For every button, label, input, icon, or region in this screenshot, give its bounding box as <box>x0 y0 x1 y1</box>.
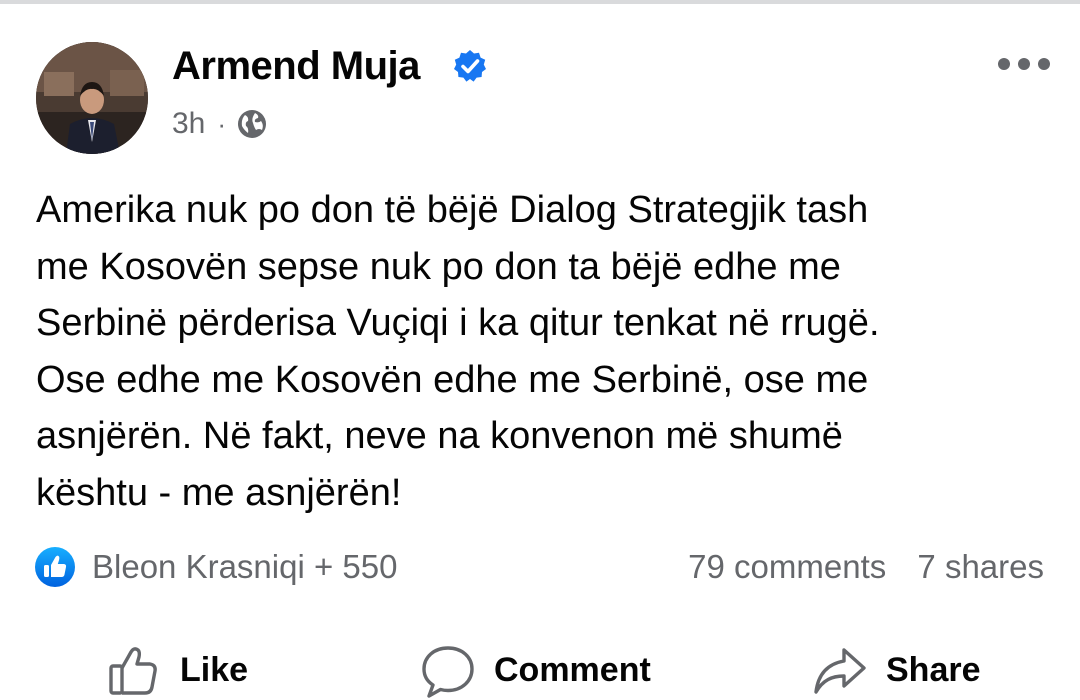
feed-post: Armend Muja 3h · Amerika nuk po don të b… <box>0 4 1080 698</box>
avatar[interactable] <box>36 42 148 154</box>
post-action-bar: Like Comment Share <box>0 640 1080 700</box>
post-meta: 3h · <box>172 104 268 144</box>
post-stats: Bleon Krasniqi + 550 79 comments 7 share… <box>0 544 1080 590</box>
share-button[interactable]: Share <box>812 640 981 700</box>
shares-count[interactable]: 7 shares <box>917 548 1044 585</box>
reactions-summary[interactable]: Bleon Krasniqi + 550 <box>92 544 397 590</box>
like-button[interactable]: Like <box>106 640 248 700</box>
comment-label: Comment <box>494 650 651 689</box>
globe-icon[interactable] <box>236 108 268 140</box>
avatar-photo <box>36 42 148 154</box>
comments-count[interactable]: 79 comments <box>688 548 886 585</box>
verified-badge-icon <box>454 50 486 82</box>
engagement-counts: 79 comments 7 shares <box>688 544 1044 590</box>
meta-separator: · <box>217 108 227 139</box>
like-badge-icon[interactable] <box>34 546 76 588</box>
like-label: Like <box>180 650 249 689</box>
post-time[interactable]: 3h <box>172 107 205 141</box>
author-name[interactable]: Armend Muja <box>172 42 420 90</box>
more-options-icon[interactable] <box>996 54 1052 74</box>
thumbs-up-icon <box>109 647 157 695</box>
share-arrow-icon <box>814 648 866 694</box>
share-label: Share <box>886 650 981 689</box>
comment-bubble-icon <box>422 646 474 698</box>
comment-button[interactable]: Comment <box>420 640 651 700</box>
post-text: Amerika nuk po don të bëjë Dialog Strate… <box>36 189 880 514</box>
